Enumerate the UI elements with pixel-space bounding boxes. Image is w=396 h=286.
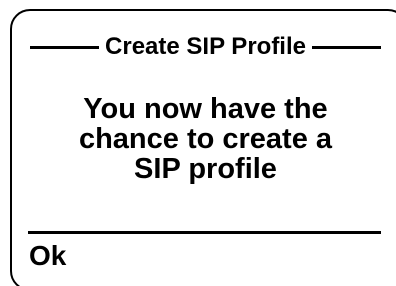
softkey-divider: [28, 231, 381, 234]
message-line-1: You now have the: [83, 93, 328, 125]
title-right-rule: [312, 46, 382, 49]
message-line-2: chance to create a: [78, 123, 333, 155]
dialog-message: You now have the chance to create a SIP …: [30, 94, 381, 184]
ok-softkey[interactable]: Ok: [29, 238, 66, 274]
title-left-rule: [30, 46, 100, 49]
message-line-3: SIP profile: [134, 153, 277, 185]
dialog-title: Create SIP Profile: [105, 33, 306, 60]
dialog-title-row: Create SIP Profile: [30, 30, 382, 64]
